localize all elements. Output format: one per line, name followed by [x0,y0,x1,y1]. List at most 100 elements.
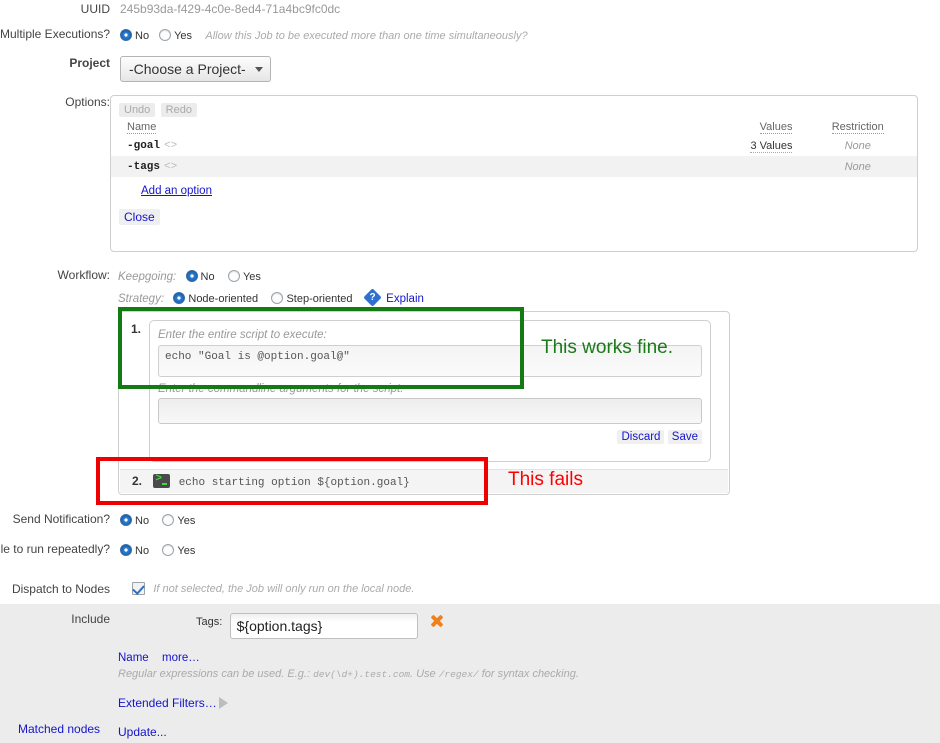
keepgoing-no-option[interactable]: No [185,269,228,283]
radio-multiple-executions-no[interactable] [120,29,132,41]
schedule-no-option[interactable]: No [120,543,162,557]
script-textarea-value: echo "Goal is @option.goal@" [165,351,350,363]
radio-label-no: No [200,271,215,283]
step-2-command: echo starting option ${option.goal} [178,477,410,489]
schedule-row: ule to run repeatedly? No Yes [0,542,400,557]
multiple-executions-row: Multiple Executions? No Yes Allow this J… [0,27,930,42]
strategy-step-option[interactable]: Step-oriented [271,291,365,305]
option-restriction: None [844,160,871,173]
tags-input[interactable]: ${option.tags} [229,613,418,639]
send-notification-yes-option[interactable]: Yes [162,513,205,527]
radio-strategy-step-oriented[interactable] [271,292,284,304]
job-edit-page: UUID 245b93da-f429-4c0e-8ed4-71a4bc9fc0d… [0,0,940,743]
workflow-label: Workflow: [57,268,110,282]
extended-filters-row[interactable]: Extended Filters… [118,696,228,710]
keepgoing-label: Keepgoing: [118,271,177,283]
options-panel: Undo Redo Name Values Restriction -goal <… [110,95,918,252]
option-values [700,156,799,177]
args-input[interactable] [158,398,702,424]
chevron-down-icon [254,67,263,72]
redo-button[interactable]: Redo [160,103,197,117]
options-toolbar: Undo Redo [111,96,917,119]
column-header-name: Name [127,121,157,134]
radio-keepgoing-yes[interactable] [227,270,240,282]
multiple-executions-no-option[interactable]: No [120,28,159,42]
option-values[interactable]: 3 Values [750,139,793,153]
include-label: Include [71,612,110,626]
regex-hint-part-1: Regular expressions can be used. E.g.: [118,668,314,680]
radio-label-no: No [135,545,150,557]
radio-keepgoing-no[interactable] [185,270,198,282]
multiple-executions-yes-option[interactable]: Yes [159,28,202,42]
extended-filters-link[interactable]: Extended Filters… [118,696,217,710]
matched-nodes-label[interactable]: Matched nodes [18,722,100,736]
dispatch-label: Dispatch to Nodes [11,582,110,596]
strategy-node-option[interactable]: Node-oriented [173,291,271,305]
options-table-header: Name Values Restriction [111,119,917,135]
matched-nodes-label-wrap: Matched nodes [18,722,100,736]
update-link[interactable]: Update... [118,725,167,739]
schedule-yes-option[interactable]: Yes [162,543,205,557]
radio-send-notification-yes[interactable] [162,514,175,526]
step-2-content: 2. echo starting option ${option.goal} [120,470,728,489]
project-label: Project [69,56,110,70]
radio-schedule-no[interactable] [120,544,132,556]
regex-hint: Regular expressions can be used. E.g.: d… [118,668,579,680]
workflow-step-2[interactable]: 2. echo starting option ${option.goal} [120,469,728,493]
table-row[interactable]: -tags <> None [111,156,917,177]
keepgoing-yes-option[interactable]: Yes [227,269,271,283]
project-select-value: -Choose a Project- [129,61,246,77]
radio-send-notification-no[interactable] [120,514,132,526]
include-row-label: Include [0,612,120,626]
script-field-label: Enter the entire script to execute: [158,329,327,341]
send-notification-no-option[interactable]: No [120,513,162,527]
more-filters-link[interactable]: more… [162,652,200,664]
radio-schedule-yes[interactable] [162,544,175,556]
project-row: Project -Choose a Project- [0,56,500,82]
uuid-value: 245b93da-f429-4c0e-8ed4-71a4bc9fc0dc [120,2,341,16]
undo-button[interactable]: Undo [119,103,156,117]
uuid-row: UUID 245b93da-f429-4c0e-8ed4-71a4bc9fc0d… [0,2,900,16]
triangle-right-icon [218,697,228,709]
options-label: Options: [65,95,110,109]
regex-hint-part-2: . Use [409,668,439,680]
radio-label-yes: Yes [242,271,261,283]
radio-label-step-oriented: Step-oriented [286,293,353,305]
send-notification-row: Send Notification? No Yes [0,512,400,527]
strategy-label: Strategy: [118,293,165,305]
terminal-icon [153,473,171,488]
option-name: -goal [127,140,161,152]
add-an-option-link[interactable]: Add an option [141,185,212,197]
radio-label-no: No [135,515,150,527]
schedule-label: ule to run repeatedly? [0,542,110,556]
dispatch-checkbox[interactable] [132,582,145,595]
table-row[interactable]: -goal <> 3 Values None [111,135,917,156]
radio-label-no: No [135,30,150,42]
args-field-label: Enter the commandline arguments for the … [158,383,404,395]
multiple-executions-label: Multiple Executions? [0,27,111,41]
save-button[interactable]: Save [667,430,702,444]
update-link-wrap: Update... [118,725,167,739]
discard-button[interactable]: Discard [617,430,665,444]
radio-label-node-oriented: Node-oriented [188,293,259,305]
project-select[interactable]: -Choose a Project- [120,56,271,82]
uuid-label: UUID [80,2,110,16]
radio-label-yes: Yes [174,30,193,42]
close-wrap: Close [111,197,917,225]
dispatch-row: Dispatch to Nodes If not selected, the J… [0,581,600,596]
radio-strategy-node-oriented[interactable] [173,292,186,304]
option-restriction: None [844,139,871,152]
option-name: -tags [127,161,161,173]
help-question-icon[interactable]: ? [363,288,382,307]
explain-link[interactable]: Explain [386,293,424,305]
step-2-number: 2. [132,474,143,488]
radio-multiple-executions-yes[interactable] [159,29,172,41]
code-brackets-icon: <> [164,140,178,152]
keepgoing-row: Keepgoing: No Yes [118,269,271,283]
add-option-wrap: Add an option [111,177,917,197]
radio-label-yes: Yes [177,545,196,557]
delete-filter-icon[interactable] [431,615,443,627]
name-filter-link[interactable]: Name [118,652,149,664]
close-button[interactable]: Close [119,209,160,225]
args-label-wrap: Enter the commandline arguments for the … [150,377,710,395]
